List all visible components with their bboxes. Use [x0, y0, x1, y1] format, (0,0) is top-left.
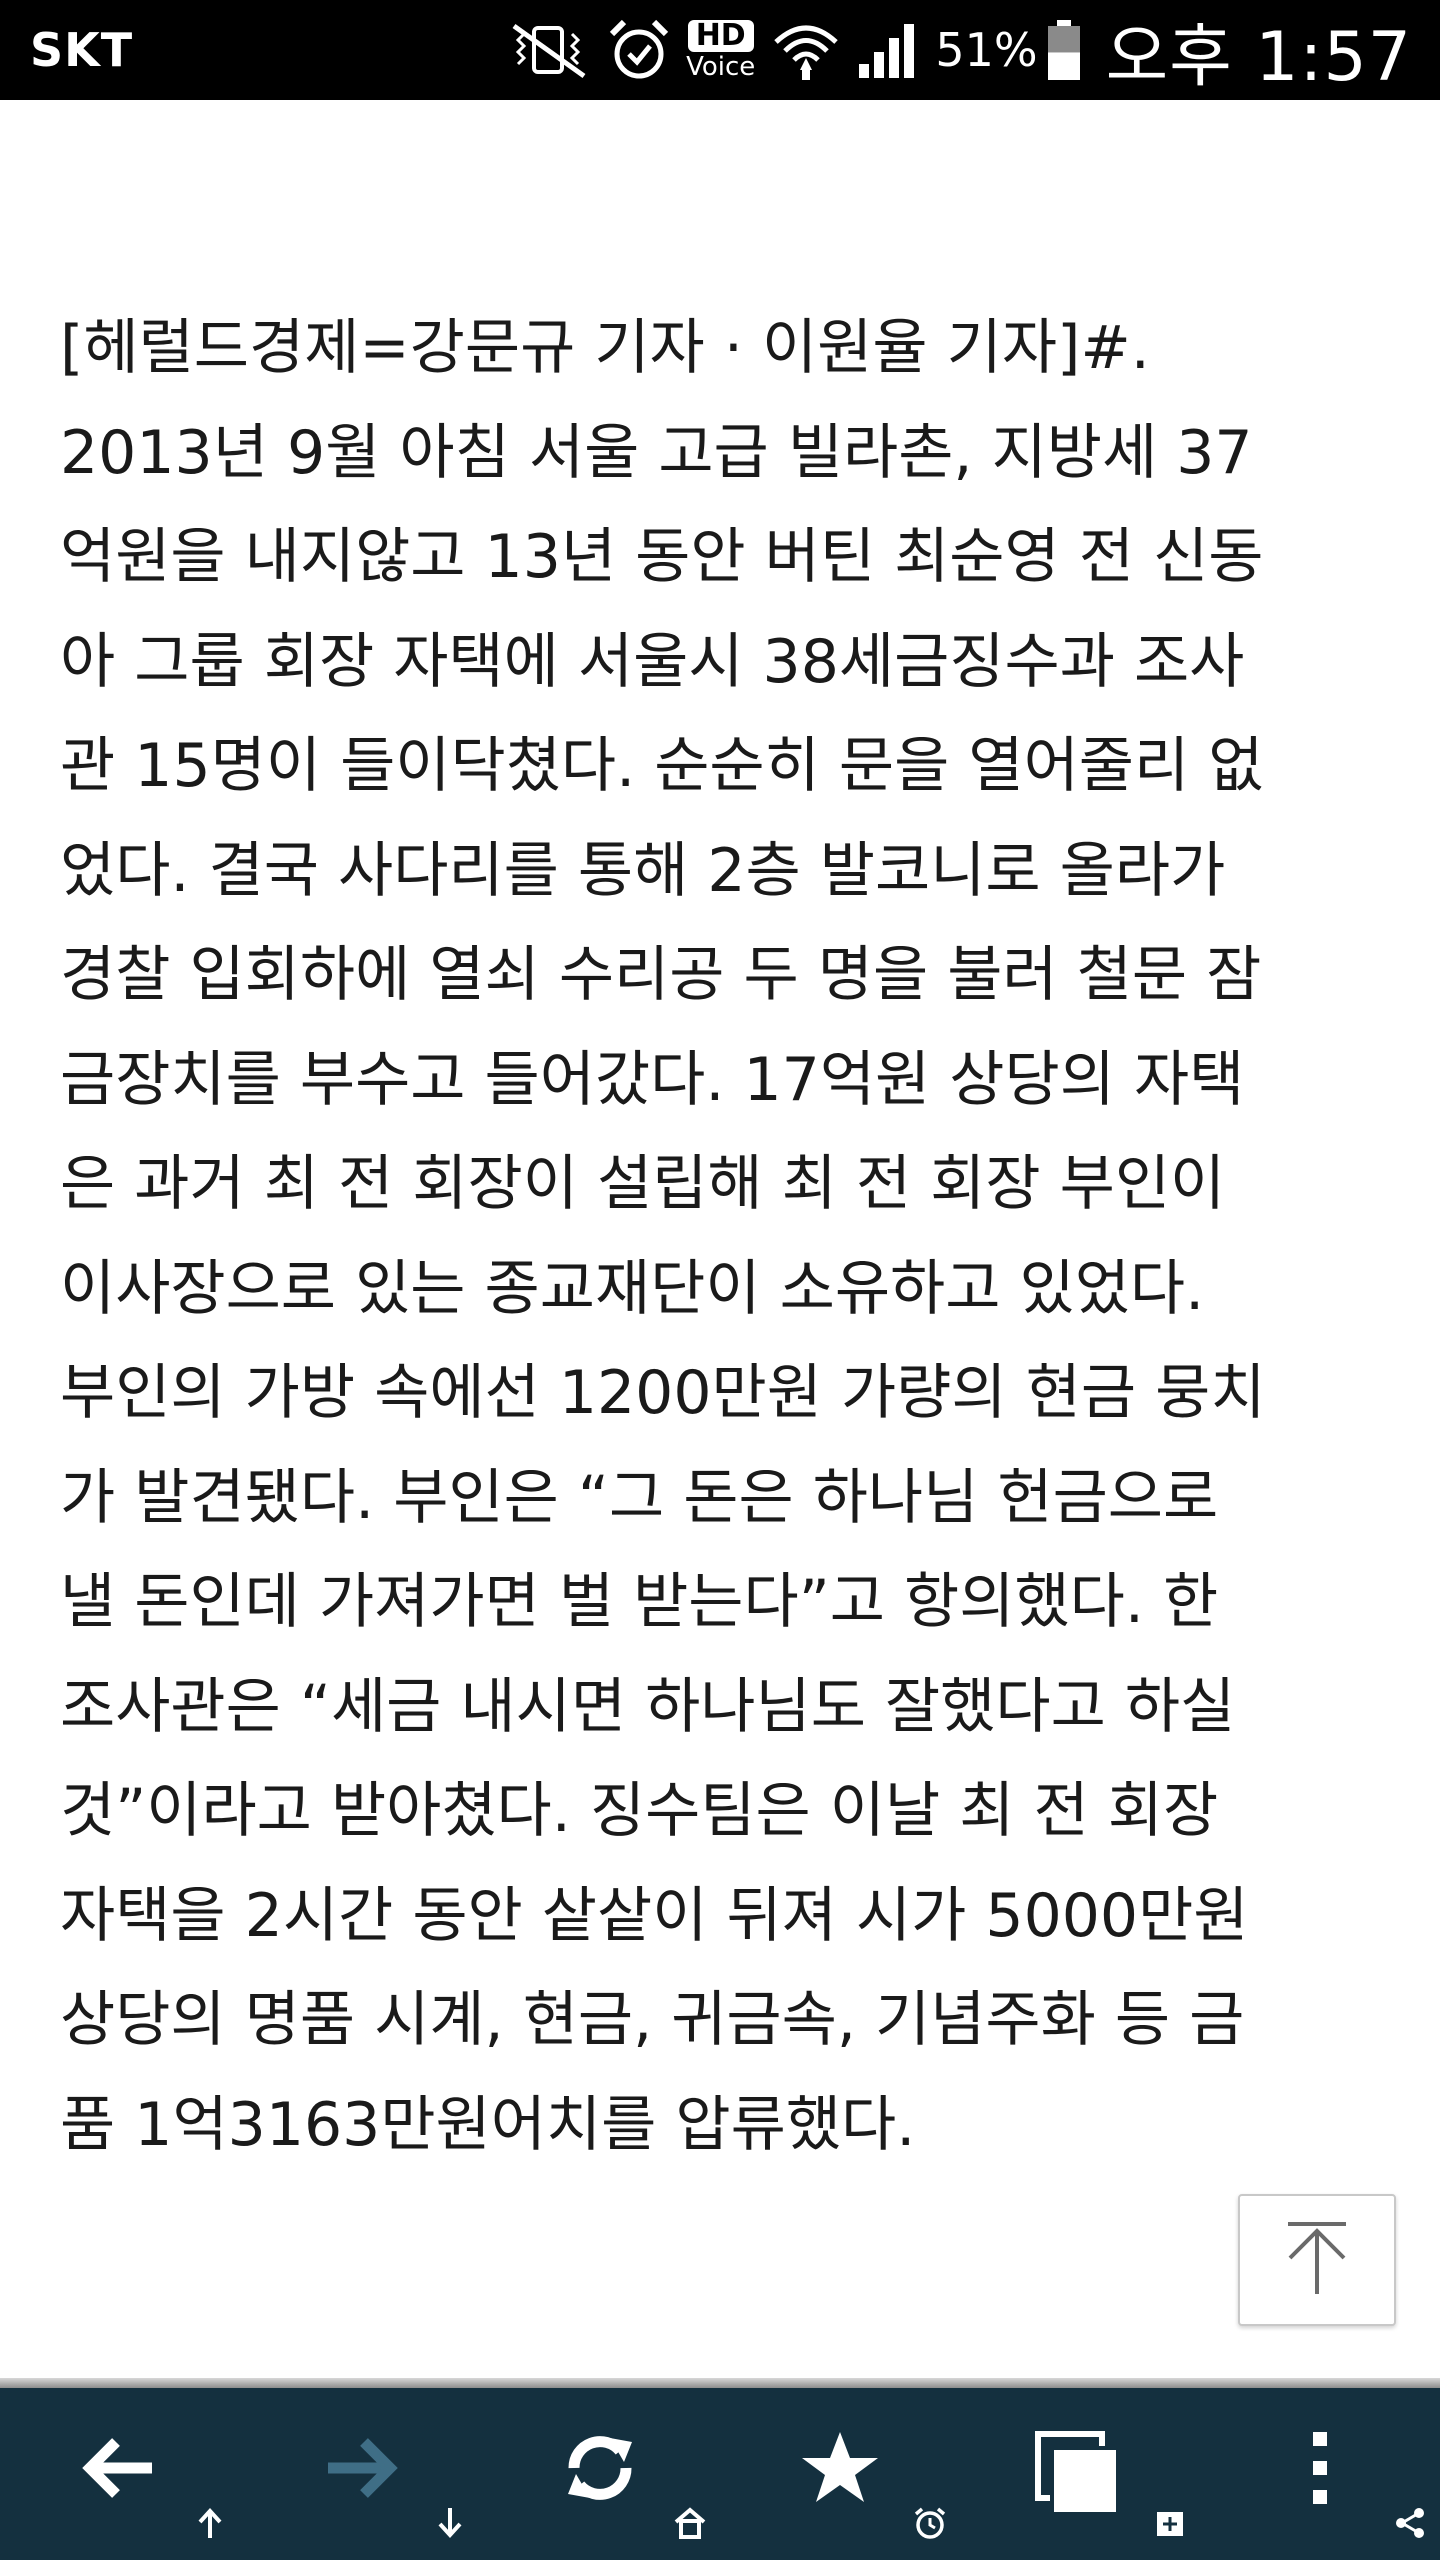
bottom-navigation-bar [0, 2378, 1440, 2560]
share-icon[interactable] [1393, 2506, 1427, 2544]
alarm-icon [608, 18, 670, 82]
new-tab-icon[interactable] [1153, 2506, 1187, 2544]
back-arrow-icon [80, 2428, 160, 2512]
arrow-up-icon [1282, 2218, 1352, 2302]
refresh-icon [560, 2428, 640, 2512]
bookmark-button[interactable] [720, 2388, 960, 2560]
home-icon[interactable] [673, 2506, 707, 2544]
hd-label: HD [687, 20, 754, 52]
battery-icon [1046, 18, 1082, 82]
forward-button[interactable] [240, 2388, 480, 2560]
back-button[interactable] [0, 2388, 240, 2560]
small-down-arrow-icon[interactable] [435, 2506, 465, 2544]
tabs-button[interactable] [960, 2388, 1200, 2560]
status-icons: HD Voice 51% 오후 1:57 [488, 0, 1412, 100]
forward-arrow-icon [320, 2428, 400, 2512]
more-vertical-icon [1280, 2428, 1360, 2512]
scroll-to-top-button[interactable] [1238, 2194, 1396, 2326]
small-up-arrow-icon[interactable] [195, 2506, 225, 2544]
article-body: [헤럴드경제=강문규 기자 · 이원율 기자]#. 2013년 9월 아침 서울… [60, 313, 1266, 2160]
tabs-icon [1032, 2428, 1128, 2522]
star-icon [800, 2428, 880, 2512]
voice-label: Voice [686, 52, 756, 82]
vibrate-icon [504, 20, 592, 80]
clock: 오후 1:57 [1105, 17, 1412, 97]
carrier-name: SKT [30, 23, 134, 77]
more-options-button[interactable] [1200, 2388, 1440, 2560]
wifi-icon [771, 18, 841, 82]
battery-percent: 51% [935, 23, 1038, 77]
hd-voice-badge: HD Voice [686, 20, 755, 80]
status-bar: SKT HD Voice 51% 오후 1:57 [0, 0, 1440, 100]
alarm-clock-icon[interactable] [913, 2506, 947, 2544]
refresh-button[interactable] [480, 2388, 720, 2560]
signal-icon [857, 20, 921, 80]
